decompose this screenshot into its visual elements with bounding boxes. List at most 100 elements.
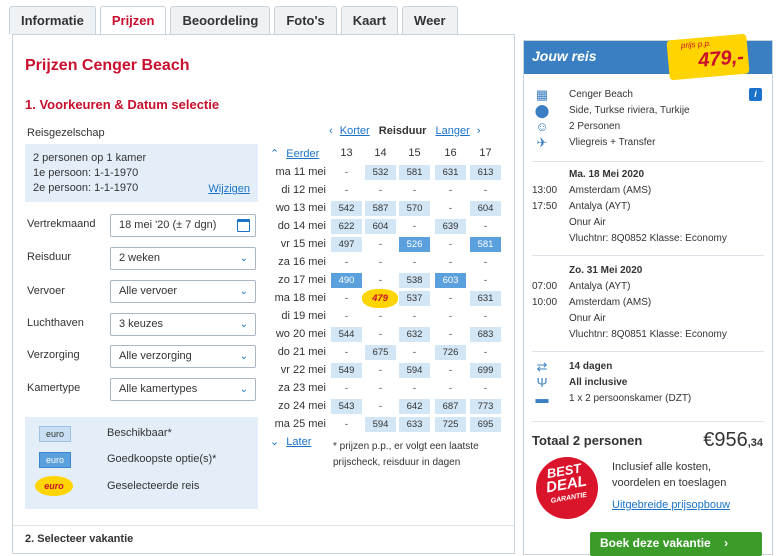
grid-cell-price[interactable]: 675: [365, 345, 396, 360]
tab-informatie[interactable]: Informatie: [9, 6, 96, 34]
best-deal-badge: BEST DEAL GARANTIE: [531, 452, 603, 524]
grid-cell-price[interactable]: 497: [331, 237, 362, 252]
departure-date-select[interactable]: 18 mei '20 (± 7 dgn): [110, 214, 256, 237]
grid-cell-price[interactable]: 687: [435, 399, 466, 414]
longer-link[interactable]: Langer: [436, 125, 470, 137]
prices-panel: Prijzen Cenger Beach 1. Voorkeuren & Dat…: [12, 34, 515, 554]
grid-cell-price[interactable]: 526: [399, 237, 430, 252]
chevron-right-icon[interactable]: ›: [477, 125, 481, 137]
info-icon[interactable]: i: [749, 88, 762, 101]
tab-bar: Informatie Prijzen Beoordeling Foto's Ka…: [9, 6, 458, 35]
grid-cell-price[interactable]: 594: [365, 417, 396, 432]
grid-cell-unavailable: -: [378, 401, 383, 412]
section-preferences-heading: 1. Voorkeuren & Datum selectie: [25, 97, 220, 112]
grid-cell-price[interactable]: 537: [399, 291, 430, 306]
departure-date-value: 18 mei '20 (± 7 dgn): [119, 219, 217, 231]
tab-kaart[interactable]: Kaart: [340, 6, 399, 34]
grid-cell-price[interactable]: 622: [331, 219, 362, 234]
grid-cell-unavailable: -: [412, 347, 417, 358]
transport-select[interactable]: Alle vervoer ⌄: [110, 280, 256, 303]
grid-cell-price[interactable]: 543: [331, 399, 362, 414]
price-breakdown-link[interactable]: Uitgebreide prijsopbouw: [612, 499, 730, 511]
calendar-icon[interactable]: [237, 219, 250, 232]
room-type: 1 x 2 persoonskamer (DZT): [569, 393, 692, 404]
grid-cell-price[interactable]: 633: [399, 417, 430, 432]
chevron-left-icon[interactable]: ‹: [329, 125, 333, 137]
price-legend: euro Beschikbaar* euro Goedkoopste optie…: [25, 417, 258, 509]
grid-cell-price[interactable]: 726: [435, 345, 466, 360]
grid-cell-price[interactable]: 581: [399, 165, 430, 180]
grid-cell-price[interactable]: 570: [399, 201, 430, 216]
earlier-link[interactable]: Eerder: [286, 148, 319, 160]
grid-cell-price[interactable]: 587: [365, 201, 396, 216]
tab-fotos[interactable]: Foto's: [274, 6, 337, 34]
tab-weer[interactable]: Weer: [402, 6, 458, 34]
tab-prijzen[interactable]: Prijzen: [99, 6, 167, 35]
grid-cell-price[interactable]: 699: [470, 363, 501, 378]
outbound-flight: Vluchtnr: 8Q0852 Klasse: Economy: [569, 233, 727, 244]
chevron-right-icon: ›: [724, 536, 729, 550]
cutlery-icon: Ψ: [536, 375, 548, 390]
grid-cell-price[interactable]: 490: [331, 273, 362, 288]
grid-cell-unavailable: -: [448, 239, 453, 250]
grid-cell-unavailable: -: [412, 221, 417, 232]
shorter-link[interactable]: Korter: [340, 125, 370, 137]
grid-cell-unavailable: -: [483, 257, 488, 268]
grid-cell-price[interactable]: 725: [435, 417, 466, 432]
divider: [532, 351, 764, 352]
return-flight: Vluchtnr: 8Q0851 Klasse: Economy: [569, 329, 727, 340]
later-nav[interactable]: ⌄ Later: [270, 435, 311, 448]
duration-select[interactable]: 2 weken ⌄: [110, 247, 256, 270]
grid-cell-price[interactable]: 594: [399, 363, 430, 378]
grid-cell-price[interactable]: 639: [435, 219, 466, 234]
grid-cell-price[interactable]: 642: [399, 399, 430, 414]
grid-cell-price[interactable]: 581: [470, 237, 501, 252]
grid-cell-price[interactable]: 631: [470, 291, 501, 306]
outbound-date: Ma. 18 Mei 2020: [569, 169, 645, 180]
duration-arrows-icon: ⇄: [536, 359, 548, 374]
grid-cell-price[interactable]: 604: [365, 219, 396, 234]
grid-cell-unavailable: -: [344, 185, 349, 196]
chevron-up-icon: ⌃: [270, 148, 280, 160]
grid-cell-unavailable: -: [378, 257, 383, 268]
total-price: €956,34: [703, 429, 763, 452]
divider: [532, 161, 764, 162]
airport-select[interactable]: 3 keuzes ⌄: [110, 313, 256, 336]
chevron-down-icon: ⌄: [270, 436, 280, 448]
grid-cell-price[interactable]: 631: [435, 165, 466, 180]
room-type-value: Alle kamertypes: [119, 383, 198, 395]
grid-cell-price[interactable]: 773: [470, 399, 501, 414]
book-button-label: Boek deze vakantie: [600, 536, 711, 550]
grid-cell-price[interactable]: 538: [399, 273, 430, 288]
grid-cell-price[interactable]: 544: [331, 327, 362, 342]
grid-cell-selected[interactable]: 479: [362, 289, 398, 308]
grid-cell-price[interactable]: 542: [331, 201, 362, 216]
grid-cell-unavailable: -: [344, 383, 349, 394]
grid-cell-unavailable: -: [378, 275, 383, 286]
grid-cell-unavailable: -: [378, 185, 383, 196]
earlier-nav[interactable]: ⌃ Eerder: [270, 147, 319, 160]
grid-cell-price[interactable]: 683: [470, 327, 501, 342]
grid-row-date: ma 11 mei: [275, 166, 326, 178]
grid-cell-price[interactable]: 632: [399, 327, 430, 342]
grid-row: zo 17 mei 490 - 538 603 -: [268, 272, 508, 289]
filter-label-airport: Luchthaven: [27, 317, 84, 329]
grid-cell-price[interactable]: 549: [331, 363, 362, 378]
grid-cell-price[interactable]: 604: [470, 201, 501, 216]
total-label: Totaal 2 personen: [532, 433, 643, 448]
grid-cell-price[interactable]: 613: [470, 165, 501, 180]
grid-cell-unavailable: -: [483, 221, 488, 232]
tab-beoordeling[interactable]: Beoordeling: [170, 6, 271, 34]
book-holiday-button[interactable]: Boek deze vakantie ›: [590, 532, 762, 556]
grid-cell-price[interactable]: 695: [470, 417, 501, 432]
grid-cell-price[interactable]: 532: [365, 165, 396, 180]
grid-cell-unavailable: -: [344, 257, 349, 268]
grid-cell-price[interactable]: 603: [435, 273, 466, 288]
later-link[interactable]: Later: [286, 436, 311, 448]
room-type-select[interactable]: Alle kamertypes ⌄: [110, 378, 256, 401]
grid-row: di 12 mei - - - - -: [268, 182, 508, 199]
section-select-holiday[interactable]: 2. Selecteer vakantie: [13, 525, 514, 545]
board-select[interactable]: Alle verzorging ⌄: [110, 345, 256, 368]
grid-cell-unavailable: -: [448, 185, 453, 196]
edit-party-link[interactable]: Wijzigen: [208, 182, 250, 197]
